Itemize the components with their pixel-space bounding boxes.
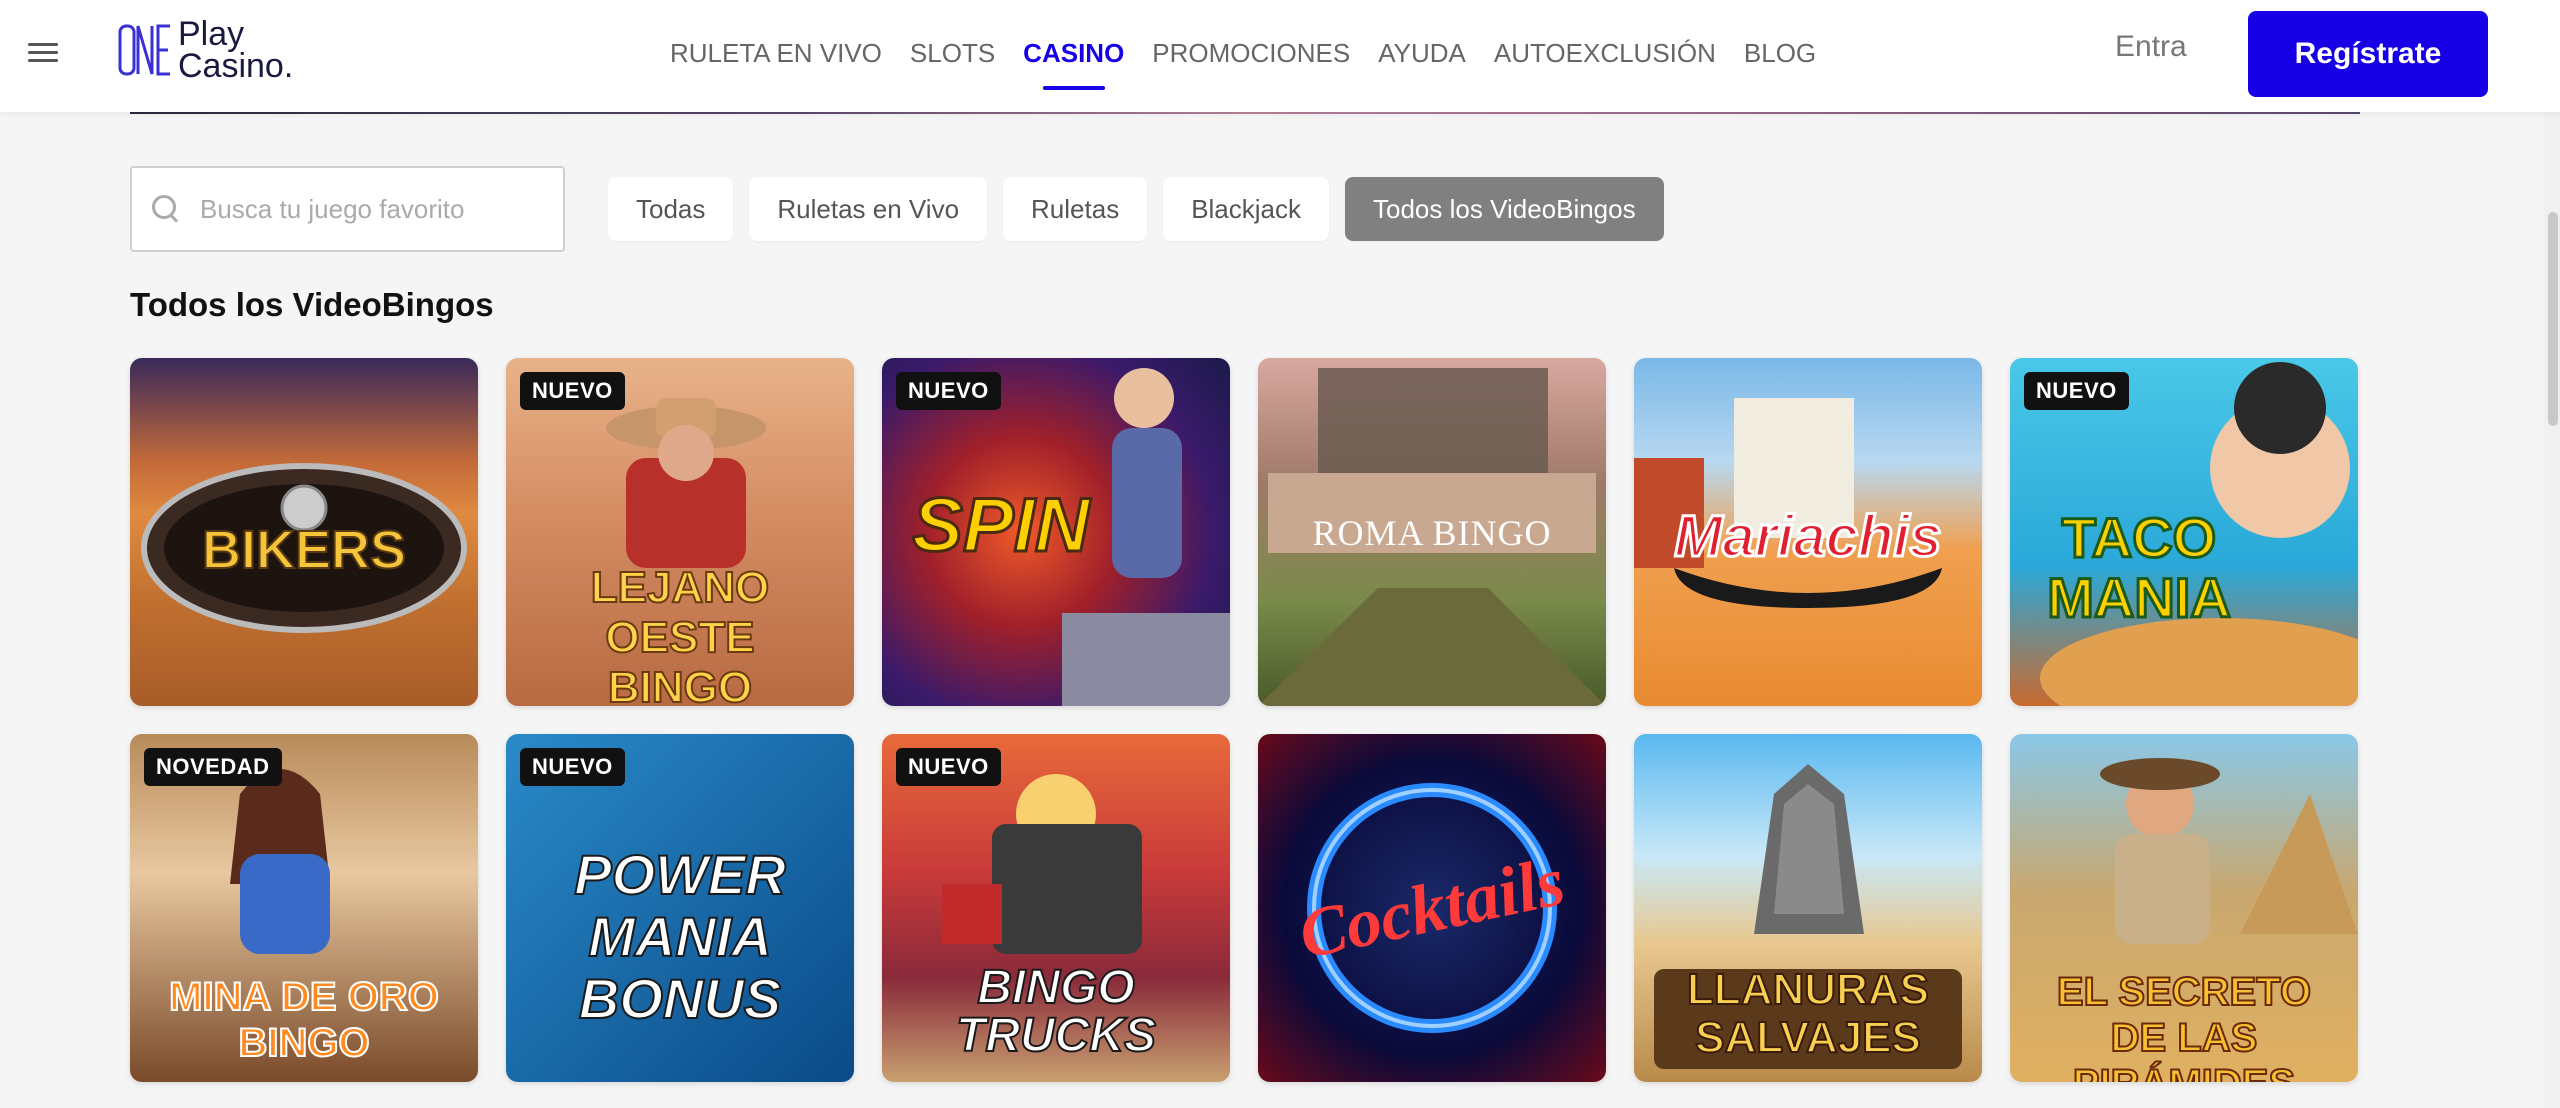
game-tile-mariachis[interactable]: Mariachis [1634, 358, 1982, 706]
filter-videobingos[interactable]: Todos los VideoBingos [1345, 177, 1664, 241]
login-link[interactable]: Entra [2115, 30, 2187, 64]
game-tile-bingo-trucks[interactable]: NUEVO BINGO TRUCKS [882, 734, 1230, 1082]
nav-blog[interactable]: BLOG [1730, 0, 1830, 112]
game-title: EL SECRETO DE LAS PIRÁMIDES [2056, 969, 2312, 1082]
game-title: BINGO TRUCKS [955, 961, 1157, 1062]
filter-ruletas[interactable]: Ruletas [1003, 177, 1148, 241]
search-input[interactable] [200, 193, 530, 225]
nav-casino[interactable]: CASINO [1009, 0, 1138, 112]
game-title: MINA DE ORO BINGO [168, 974, 440, 1066]
search-icon [150, 193, 182, 225]
game-tile-lejano-oeste[interactable]: NUEVO LEJANO OESTE BINGO [506, 358, 854, 706]
register-button[interactable]: Regístrate [2248, 11, 2488, 97]
game-tile-llanuras-salvajes[interactable]: LLANURAS SALVAJES [1634, 734, 1982, 1082]
game-title: BIKERS [201, 520, 407, 580]
game-tile-mina-de-oro[interactable]: NOVEDAD MINA DE ORO BINGO [130, 734, 478, 1082]
filter-todas[interactable]: Todas [608, 177, 734, 241]
game-search [130, 166, 565, 252]
game-title: ROMA BINGO [1312, 513, 1552, 553]
site-logo[interactable]: Play Casino. [118, 17, 293, 83]
game-badge: NUEVO [896, 748, 1001, 786]
game-badge: NUEVO [520, 748, 625, 786]
nav-slots[interactable]: SLOTS [896, 0, 1009, 112]
game-badge: NUEVO [520, 372, 625, 410]
nav-autoexclusion[interactable]: AUTOEXCLUSIÓN [1480, 0, 1730, 112]
game-tile-spin[interactable]: NUEVO SPIN [882, 358, 1230, 706]
one-logo-icon [118, 24, 170, 76]
game-title: TACO MANIA [2046, 506, 2233, 629]
game-tile-cocktails[interactable]: Cocktails [1258, 734, 1606, 1082]
game-badge: NUEVO [2024, 372, 2129, 410]
game-title: LEJANO OESTE BINGO [590, 562, 770, 706]
logo-play-text: Play [178, 15, 245, 53]
game-title: SPIN [911, 483, 1091, 568]
logo-casino-text: Casino. [178, 47, 294, 85]
game-title: LLANURAS SALVAJES [1686, 965, 1930, 1063]
scrollbar-thumb[interactable] [2548, 212, 2558, 426]
game-badge: NOVEDAD [144, 748, 282, 786]
game-badge: NUEVO [896, 372, 1001, 410]
game-tile-power-mania[interactable]: NUEVO POWER MANIA BONUS [506, 734, 854, 1082]
game-tile-roma-bingo[interactable]: ROMA BINGO [1258, 358, 1606, 706]
section-title: Todos los VideoBingos [130, 286, 494, 323]
page-scrollbar[interactable] [2544, 112, 2560, 1108]
game-grid: BIKERS NUEVO LEJANO OESTE BINGO NUEVO SP… [130, 358, 2362, 1082]
menu-icon[interactable] [28, 38, 58, 66]
game-tile-taco-mania[interactable]: NUEVO TACO MANIA [2010, 358, 2358, 706]
nav-promociones[interactable]: PROMOCIONES [1138, 0, 1364, 112]
filter-blackjack[interactable]: Blackjack [1163, 177, 1330, 241]
category-filters: Todas Ruletas en Vivo Ruletas Blackjack … [608, 177, 1664, 241]
filter-ruletas-en-vivo[interactable]: Ruletas en Vivo [749, 177, 988, 241]
game-tile-bikers[interactable]: BIKERS [130, 358, 478, 706]
nav-ayuda[interactable]: AYUDA [1364, 0, 1480, 112]
nav-ruleta-en-vivo[interactable]: RULETA EN VIVO [656, 0, 896, 112]
game-tile-el-secreto-de-las-piramides[interactable]: EL SECRETO DE LAS PIRÁMIDES [2010, 734, 2358, 1082]
site-header: Play Casino. RULETA EN VIVO SLOTS CASINO… [0, 0, 2560, 112]
game-title: POWER MANIA BONUS [573, 843, 787, 1031]
game-title: Mariachis [1673, 504, 1944, 569]
main-nav: RULETA EN VIVO SLOTS CASINO PROMOCIONES … [656, 0, 1830, 112]
